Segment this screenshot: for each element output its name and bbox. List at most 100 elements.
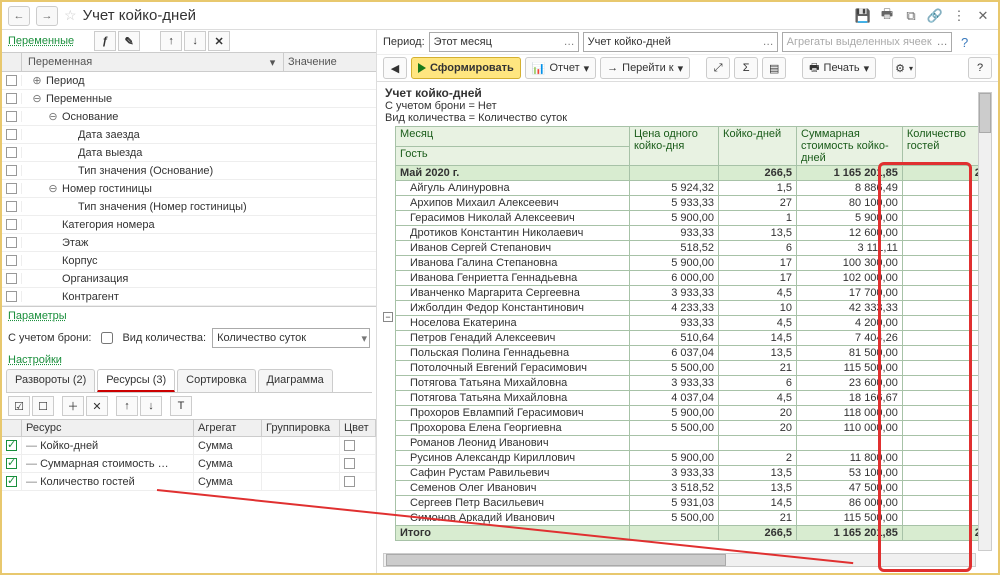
parameters-link[interactable]: Параметры <box>8 310 67 322</box>
data-row[interactable]: Петров Генадий Алексеевич510,6414,57 404… <box>396 331 992 346</box>
goto-button[interactable]: →Перейти к▾ <box>600 57 690 79</box>
tool-expand-button[interactable]: ⤢ <box>706 57 730 79</box>
play-icon <box>418 63 426 73</box>
horizontal-scrollbar[interactable] <box>383 553 976 567</box>
print-icon[interactable]: 🖶 <box>878 7 896 25</box>
data-row[interactable]: Дротиков Константин Николаевич933,3313,5… <box>396 226 992 241</box>
up-button[interactable]: ↑ <box>160 31 182 51</box>
run-button[interactable]: Сформировать <box>411 57 521 79</box>
data-row[interactable]: Прохорова Елена Георгиевна5 500,0020110 … <box>396 421 992 436</box>
resource-row[interactable]: — Койко-дней Сумма <box>2 437 376 455</box>
data-row[interactable]: Герасимов Николай Алексеевич5 900,0015 9… <box>396 211 992 226</box>
tree-row[interactable]: Этаж <box>2 234 376 252</box>
report-grid[interactable]: Месяц Цена одного койко-дня Койко-дней С… <box>395 126 992 541</box>
edit-button[interactable]: ✎ <box>118 31 140 51</box>
tree-row[interactable]: ⊖Основание <box>2 108 376 126</box>
data-row[interactable]: Русинов Александр Кириллович5 900,00211 … <box>396 451 992 466</box>
tree-row[interactable]: Тип значения (Номер гостиницы) <box>2 198 376 216</box>
data-row[interactable]: Ижболдин Федор Константинович4 233,33104… <box>396 301 992 316</box>
add-resource-button[interactable]: ＋ <box>62 396 84 416</box>
down-button[interactable]: ↓ <box>184 31 206 51</box>
nav-fwd-button[interactable]: → <box>36 6 58 26</box>
tree-row[interactable]: ⊖Номер гостиницы <box>2 180 376 198</box>
fx-button[interactable]: ƒ <box>94 31 116 51</box>
help-button[interactable]: ? <box>968 57 992 79</box>
data-row[interactable]: Симонов Аркадий Иванович5 500,0021115 50… <box>396 511 992 526</box>
tab-chart[interactable]: Диаграмма <box>258 369 333 392</box>
aggregates-field[interactable]: Агрегаты выделенных ячеек… <box>782 32 952 52</box>
nav-back-button[interactable]: ← <box>8 6 30 26</box>
check-all-button[interactable]: ☑ <box>8 396 30 416</box>
res-h1: Ресурс <box>22 420 194 436</box>
data-row[interactable]: Айгуль Алинуровна5 924,321,58 886,491 <box>396 181 992 196</box>
delete-button[interactable]: ✕ <box>208 31 230 51</box>
tree-row[interactable]: ⊖Переменные <box>2 90 376 108</box>
data-row[interactable]: Прохоров Евлампий Герасимович5 900,00201… <box>396 406 992 421</box>
tree-row[interactable]: Тип значения (Основание) <box>2 162 376 180</box>
help-icon[interactable]: ? <box>956 33 974 51</box>
period-field[interactable]: Этот месяц… <box>429 32 579 52</box>
res-h2: Агрегат <box>194 420 262 436</box>
favorite-icon[interactable]: ☆ <box>64 7 77 24</box>
tab-pivots[interactable]: Развороты (2) <box>6 369 95 392</box>
resource-row[interactable]: — Суммарная стоимость … Сумма <box>2 455 376 473</box>
res-up-button[interactable]: ↑ <box>116 396 138 416</box>
tree-row[interactable]: Корпус <box>2 252 376 270</box>
data-row[interactable]: Носелова Екатерина933,334,54 200,001 <box>396 316 992 331</box>
tree-row[interactable]: ⊕Период <box>2 72 376 90</box>
tab-sort[interactable]: Сортировка <box>177 369 255 392</box>
data-row[interactable]: Архипов Михаил Алексеевич5 933,332780 10… <box>396 196 992 211</box>
param-withbooking-label: С учетом брони: <box>8 332 91 344</box>
report-title-field[interactable]: Учет койко-дней… <box>583 32 778 52</box>
remove-resource-button[interactable]: ✕ <box>86 396 108 416</box>
close-icon[interactable]: ✕ <box>974 7 992 25</box>
variables-tree[interactable]: ⊕Период ⊖Переменные ⊖Основание Дата заез… <box>2 72 376 306</box>
data-row[interactable]: Сафин Рустам Равильевич3 933,3313,553 10… <box>396 466 992 481</box>
settings-button[interactable]: ⚙▾ <box>892 57 916 79</box>
more-icon[interactable]: ⋮ <box>950 7 968 25</box>
tree-row[interactable]: Контрагент <box>2 288 376 306</box>
vertical-scrollbar[interactable] <box>978 92 992 551</box>
res-text-button[interactable]: T <box>170 396 192 416</box>
uncheck-all-button[interactable]: ☐ <box>32 396 54 416</box>
report-toolbar: ◀ Сформировать 📊Отчет▾ →Перейти к▾ ⤢ Σ ▤… <box>377 54 998 82</box>
data-row[interactable]: Иванов Сергей Степанович518,5263 111,111 <box>396 241 992 256</box>
param-kind-combo[interactable]: Количество суток ▾ <box>212 328 370 348</box>
settings-link[interactable]: Настройки <box>8 354 62 366</box>
link-icon[interactable]: 🔗 <box>926 7 944 25</box>
variables-header: Переменная ▾ Значение <box>2 52 376 72</box>
data-row[interactable]: Романов Леонид Иванович1 <box>396 436 992 451</box>
tree-row[interactable]: Дата выезда <box>2 144 376 162</box>
res-h4: Цвет <box>340 420 376 436</box>
tree-row[interactable]: Организация <box>2 270 376 288</box>
collapse-month-button[interactable]: − <box>383 312 393 322</box>
res-down-button[interactable]: ↓ <box>140 396 162 416</box>
tool-sigma-button[interactable]: Σ <box>734 57 758 79</box>
data-row[interactable]: Сергеев Петр Васильевич5 931,0314,586 00… <box>396 496 992 511</box>
data-row[interactable]: Иванова Галина Степановна5 900,0017100 3… <box>396 256 992 271</box>
copy-icon[interactable]: ⧉ <box>902 7 920 25</box>
variables-link[interactable]: Переменные <box>8 35 74 47</box>
filter-icon[interactable]: ▾ <box>262 53 284 71</box>
tree-row[interactable]: Дата заезда <box>2 126 376 144</box>
resource-list: — Койко-дней Сумма — Суммарная стоимость… <box>2 437 376 491</box>
param-withbooking-checkbox[interactable] <box>101 332 113 344</box>
data-row[interactable]: Польская Полина Геннадьевна6 037,0413,58… <box>396 346 992 361</box>
tree-row[interactable]: Категория номера <box>2 216 376 234</box>
data-row[interactable]: Потягова Татьяна Михайловна4 037,044,518… <box>396 391 992 406</box>
data-row[interactable]: Потягова Татьяна Михайловна3 933,33623 6… <box>396 376 992 391</box>
data-row[interactable]: Иванова Генриетта Геннадьевна6 000,00171… <box>396 271 992 286</box>
print-button[interactable]: 🖶Печать▾ <box>802 57 876 79</box>
data-row[interactable]: Иванченко Маргарита Сергеевна3 933,334,5… <box>396 286 992 301</box>
data-row[interactable]: Семенов Олег Иванович3 518,5213,547 500,… <box>396 481 992 496</box>
report-button[interactable]: 📊Отчет▾ <box>525 57 596 79</box>
tool-filter-button[interactable]: ▤ <box>762 57 786 79</box>
save-icon[interactable]: 💾 <box>854 7 872 25</box>
resource-row[interactable]: — Количество гостей Сумма <box>2 473 376 491</box>
data-row[interactable]: Потолочный Евгений Герасимович5 500,0021… <box>396 361 992 376</box>
tab-resources[interactable]: Ресурсы (3) <box>97 369 175 392</box>
collapse-panel-button[interactable]: ◀ <box>383 57 407 79</box>
total-row[interactable]: Итого266,51 165 201,8524 <box>396 526 992 541</box>
month-row[interactable]: Май 2020 г.266,51 165 201,8524 <box>396 166 992 181</box>
res-h3: Группировка <box>262 420 340 436</box>
